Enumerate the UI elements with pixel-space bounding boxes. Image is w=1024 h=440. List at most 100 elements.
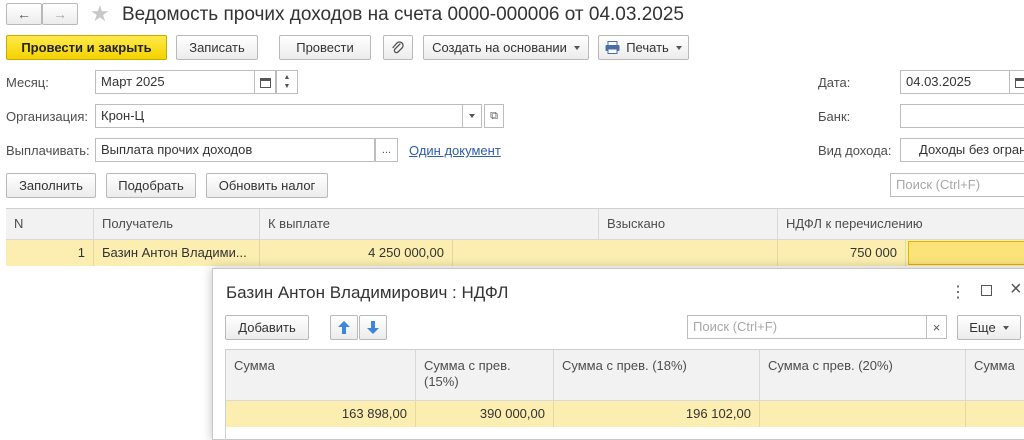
window-title: Ведомость прочих доходов на счета 0000-0… xyxy=(122,4,684,26)
attach-button[interactable] xyxy=(383,35,413,60)
forward-button[interactable]: → xyxy=(42,3,78,25)
dropdown-caret-icon xyxy=(574,46,580,50)
clear-icon: × xyxy=(933,320,941,335)
close-icon[interactable]: × xyxy=(1010,278,1022,301)
dropdown-caret-icon xyxy=(1003,326,1009,330)
date-label: Дата: xyxy=(818,75,850,90)
dropdown-caret-icon xyxy=(469,114,475,118)
print-button[interactable]: Печать xyxy=(598,35,689,60)
add-button[interactable]: Добавить xyxy=(225,315,309,340)
post-and-close-button[interactable]: Провести и закрыть xyxy=(6,35,167,60)
ellipsis-icon: ... xyxy=(382,144,391,156)
date-calendar-button[interactable] xyxy=(1009,70,1024,94)
month-label: Месяц: xyxy=(6,75,49,90)
organization-input[interactable]: Крон-Ц xyxy=(95,104,463,128)
table-row[interactable]: 1 Базин Антон Владими... 4 250 000,00 75… xyxy=(6,240,1024,266)
column-header-recipient[interactable]: Получатель xyxy=(94,209,260,239)
arrow-right-icon: → xyxy=(53,6,67,22)
create-based-on-button[interactable]: Создать на основании xyxy=(423,35,589,60)
print-label: Печать xyxy=(626,40,669,55)
bank-label: Банк: xyxy=(818,109,850,124)
favorite-star-icon[interactable]: ★ xyxy=(90,1,110,27)
select-label: Подобрать xyxy=(118,178,183,193)
more-button[interactable]: Еще xyxy=(957,315,1021,340)
main-search-input[interactable]: Поиск (Ctrl+F) xyxy=(890,173,1024,197)
clear-search-button[interactable]: × xyxy=(926,315,947,339)
table-row[interactable]: 163 898,00 390 000,00 196 102,00 xyxy=(226,401,1024,427)
organization-label: Организация: xyxy=(6,109,88,124)
row-collected xyxy=(599,240,778,266)
dropdown-caret-icon xyxy=(676,46,682,50)
step-up-icon[interactable]: ▲ xyxy=(284,73,291,82)
fill-button[interactable]: Заполнить xyxy=(6,173,96,198)
move-up-button[interactable] xyxy=(330,315,358,340)
date-input[interactable]: 04.03.2025 xyxy=(900,70,1010,94)
dialog-table: Сумма Сумма с прев. (15%) Сумма с прев. … xyxy=(225,349,1024,440)
column-header-sum[interactable]: Сумма xyxy=(226,350,416,400)
back-button[interactable]: ← xyxy=(6,3,42,25)
column-header-sum-extra-label: Сумма xyxy=(974,358,1015,373)
row-number: 1 xyxy=(6,240,94,266)
main-table-header: N Получатель К выплате Взыскано НДФЛ к п… xyxy=(6,209,1024,240)
update-tax-label: Обновить налог xyxy=(219,178,316,193)
select-button[interactable]: Подобрать xyxy=(106,173,196,198)
column-header-to-pay[interactable]: К выплате xyxy=(260,209,599,239)
month-stepper[interactable]: ▲ ▼ xyxy=(276,70,298,94)
pay-input[interactable]: Выплата прочих доходов xyxy=(95,138,375,162)
cell-sum-extra xyxy=(966,401,1024,427)
ndfl-dialog: Базин Антон Владимирович : НДФЛ ⋮ × Доба… xyxy=(212,268,1024,440)
organization-dropdown-button[interactable] xyxy=(462,104,482,128)
column-header-sum-15[interactable]: Сумма с прев. (15%) xyxy=(416,350,554,400)
create-based-on-label: Создать на основании xyxy=(432,40,567,55)
column-header-sum-label: Сумма xyxy=(234,358,275,373)
title-bar: ← → ★ Ведомость прочих доходов на счета … xyxy=(0,0,1024,30)
save-button[interactable]: Записать xyxy=(176,35,258,60)
more-vertical-icon[interactable]: ⋮ xyxy=(950,282,966,302)
column-header-sum-20[interactable]: Сумма с прев. (20%) xyxy=(760,350,966,400)
dialog-search-input[interactable]: Поиск (Ctrl+F) xyxy=(687,315,927,339)
column-header-n[interactable]: N xyxy=(6,209,94,239)
open-window-icon: ⧉ xyxy=(490,110,498,123)
row-ndfl[interactable]: 750 000 xyxy=(778,240,906,266)
column-header-sum-20-label: Сумма с прев. (20%) xyxy=(768,358,893,373)
printer-icon xyxy=(605,41,620,54)
fill-label: Заполнить xyxy=(19,178,83,193)
calendar-button[interactable] xyxy=(254,70,276,94)
post-button[interactable]: Провести xyxy=(279,35,371,60)
cell-sum-15: 390 000,00 xyxy=(416,401,554,427)
column-header-sum-18-label: Сумма с прев. (18%) xyxy=(562,358,687,373)
column-header-sum-15-label: Сумма с прев. (15%) xyxy=(424,358,511,389)
bank-input[interactable] xyxy=(900,104,1024,128)
month-input[interactable]: Март 2025 xyxy=(95,70,255,94)
column-header-sum-extra[interactable]: Сумма xyxy=(966,350,1024,400)
cell-sum-20 xyxy=(760,401,966,427)
pay-label: Выплачивать: xyxy=(6,143,90,158)
arrow-up-icon xyxy=(338,321,350,334)
arrow-down-icon xyxy=(367,321,379,334)
post-label: Провести xyxy=(296,40,354,55)
organization-open-button[interactable]: ⧉ xyxy=(484,104,504,128)
column-header-ndfl[interactable]: НДФЛ к перечислению xyxy=(778,209,1024,239)
row-active-cell[interactable] xyxy=(908,241,1024,265)
row-to-pay: 4 250 000,00 xyxy=(260,240,453,266)
calendar-icon xyxy=(260,77,271,88)
column-header-sum-18[interactable]: Сумма с прев. (18%) xyxy=(554,350,760,400)
step-down-icon[interactable]: ▼ xyxy=(284,82,291,91)
one-document-link[interactable]: Один документ xyxy=(409,143,501,158)
calendar-icon xyxy=(1015,77,1024,88)
income-type-label: Вид дохода: xyxy=(818,143,892,158)
column-header-collected[interactable]: Взыскано xyxy=(599,209,778,239)
cell-sum: 163 898,00 xyxy=(226,401,416,427)
maximize-icon[interactable] xyxy=(981,285,992,296)
pay-select-button[interactable]: ... xyxy=(375,138,398,162)
save-label: Записать xyxy=(189,40,245,55)
dialog-title: Базин Антон Владимирович : НДФЛ xyxy=(226,283,508,303)
move-down-button[interactable] xyxy=(359,315,387,340)
paperclip-icon xyxy=(391,40,405,56)
add-label: Добавить xyxy=(238,320,295,335)
update-tax-button[interactable]: Обновить налог xyxy=(206,173,328,198)
dialog-table-header: Сумма Сумма с прев. (15%) Сумма с прев. … xyxy=(226,350,1024,401)
arrow-left-icon: ← xyxy=(17,6,31,22)
cell-sum-18: 196 102,00 xyxy=(554,401,760,427)
income-type-input[interactable]: Доходы без ограни xyxy=(900,138,1024,162)
